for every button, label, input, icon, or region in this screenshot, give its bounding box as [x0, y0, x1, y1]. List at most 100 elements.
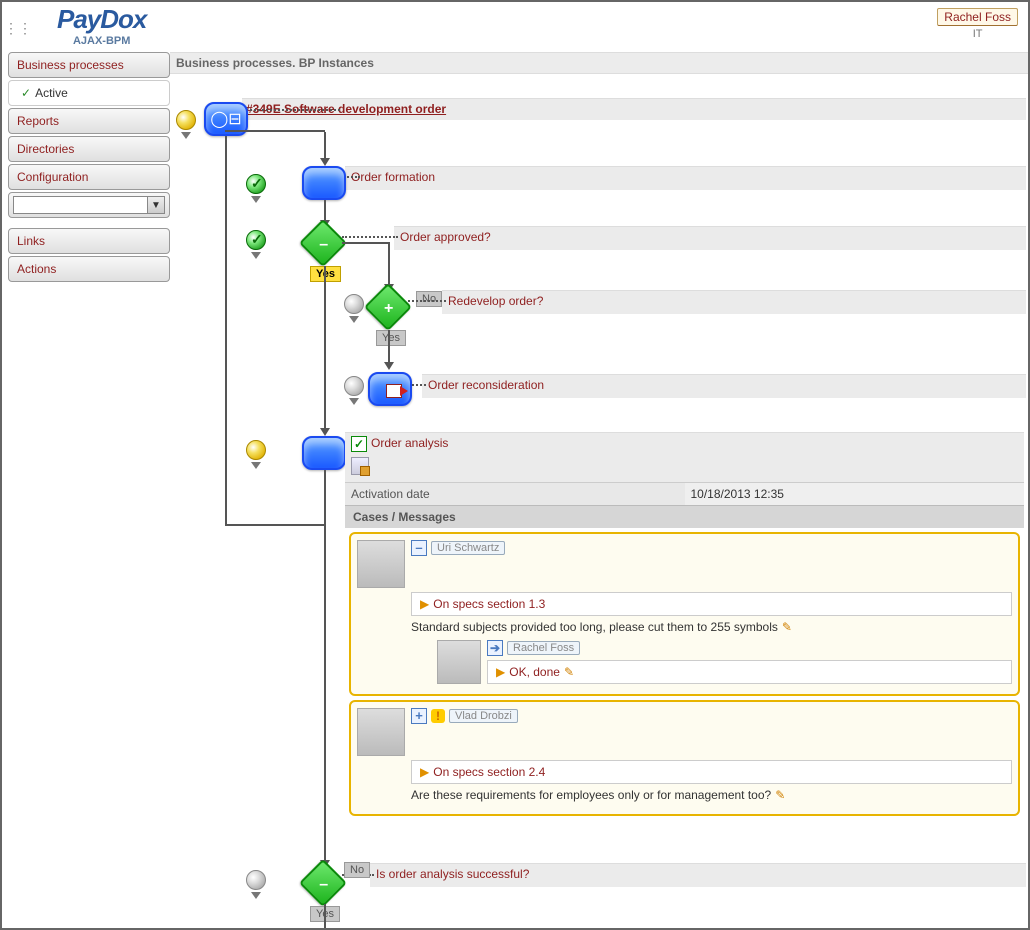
- sidebar-item-configuration[interactable]: Configuration: [8, 164, 170, 190]
- select-input[interactable]: [13, 196, 147, 214]
- expand-icon: +: [372, 293, 406, 325]
- status-inactive-icon[interactable]: [344, 294, 364, 314]
- case-item: + ! Vlad Drobzi ▶ On specs section 2.4 Ar…: [349, 700, 1020, 816]
- sidebar-item-links[interactable]: Links: [8, 228, 170, 254]
- sidebar-item-actions[interactable]: Actions: [8, 256, 170, 282]
- main-layout: Business processes ✓Active Reports Direc…: [2, 52, 1028, 928]
- toolbar: [345, 455, 1024, 482]
- check-icon: ✓: [251, 231, 263, 248]
- case-meta: + ! Vlad Drobzi: [411, 708, 518, 724]
- connector: [250, 109, 340, 111]
- sidebar-item-label: Active: [35, 86, 68, 100]
- case-item: – Uri Schwartz ▶On specs section 1.3 Sta…: [349, 532, 1020, 696]
- reply-content: ➔ Rachel Foss ▶OK, done✎: [487, 640, 1012, 688]
- sidebar-item-active[interactable]: ✓Active: [8, 80, 170, 106]
- body-text: Are these requirements for employees onl…: [411, 788, 771, 802]
- case-body: Are these requirements for employees onl…: [411, 788, 1012, 802]
- connector: [412, 384, 426, 386]
- body-text: Standard subjects provided too long, ple…: [411, 620, 778, 634]
- bullet-icon: ▶: [496, 665, 505, 679]
- app-window: ⋮⋮ PayDox AJAX-BPM Rachel Foss IT Busine…: [0, 0, 1030, 930]
- node-label-row: Order approved?: [394, 226, 1026, 250]
- collapse-icon: –: [307, 869, 341, 901]
- task-node-exit[interactable]: [368, 372, 412, 406]
- case-author[interactable]: Uri Schwartz: [431, 541, 505, 555]
- cases-header: Cases / Messages: [345, 505, 1024, 528]
- connector: [388, 242, 390, 290]
- reply-author[interactable]: Rachel Foss: [507, 641, 580, 655]
- topbar: ⋮⋮ PayDox AJAX-BPM Rachel Foss IT: [2, 2, 1028, 52]
- gateway-node[interactable]: –: [299, 219, 347, 267]
- connector: [324, 266, 326, 434]
- gateway-node[interactable]: –: [299, 859, 347, 907]
- expand-arrow-icon[interactable]: [181, 132, 191, 139]
- connector: [342, 242, 390, 244]
- avatar: [357, 540, 405, 588]
- avatar: [357, 708, 405, 756]
- node-label-row: Redevelop order?: [442, 290, 1026, 314]
- expand-arrow-icon[interactable]: [251, 892, 261, 899]
- status-done-icon[interactable]: ✓: [246, 174, 266, 194]
- connector: [324, 904, 326, 930]
- expand-arrow-icon[interactable]: [251, 252, 261, 259]
- flow-diagram: #349E Software development order ◯⊟ Orde…: [170, 74, 1028, 930]
- status-pending-icon[interactable]: [246, 440, 266, 460]
- expand-arrow-icon[interactable]: [349, 398, 359, 405]
- pencil-icon[interactable]: ✎: [782, 620, 792, 634]
- sidebar-select[interactable]: ▼: [8, 192, 170, 218]
- status-inactive-icon[interactable]: [344, 376, 364, 396]
- case-author[interactable]: Vlad Drobzi: [449, 709, 518, 723]
- case-header: + ! Vlad Drobzi: [357, 708, 1012, 756]
- reply-body-box: ▶OK, done✎: [487, 660, 1012, 684]
- menu-toggle-icon[interactable]: ⋮⋮: [4, 20, 32, 37]
- node-label-row: Order formation: [345, 166, 1026, 190]
- case-reply: ➔ Rachel Foss ▶OK, done✎: [437, 640, 1012, 688]
- connector: [225, 130, 325, 132]
- branch-label-yes[interactable]: Yes: [376, 330, 406, 346]
- bullet-icon: ▶: [420, 765, 429, 779]
- subject-text: On specs section 2.4: [433, 765, 545, 779]
- expand-arrow-icon[interactable]: [251, 462, 261, 469]
- case-meta: – Uri Schwartz: [411, 540, 505, 556]
- task-node-active[interactable]: [302, 436, 346, 470]
- expand-arrow-icon[interactable]: [251, 196, 261, 203]
- gateway-node[interactable]: +: [364, 283, 412, 331]
- node-label-row: Order reconsideration: [422, 374, 1026, 398]
- connector: [342, 236, 398, 238]
- user-box: Rachel Foss IT: [937, 8, 1018, 40]
- bullet-icon: ▶: [420, 597, 429, 611]
- status-pending-icon[interactable]: [176, 110, 196, 130]
- branch-label-no[interactable]: No: [416, 291, 442, 307]
- logo-text: PayDox: [57, 4, 146, 35]
- alert-icon: !: [431, 709, 445, 723]
- sidebar-item-directories[interactable]: Directories: [8, 136, 170, 162]
- status-inactive-icon[interactable]: [246, 870, 266, 890]
- task-detail-panel: ✓Order analysis Activation date 10/18/20…: [345, 432, 1024, 820]
- pencil-icon[interactable]: ✎: [564, 665, 574, 679]
- status-done-icon[interactable]: ✓: [246, 230, 266, 250]
- arrow-icon: [320, 428, 330, 436]
- branch-label-no[interactable]: No: [344, 862, 370, 878]
- case-subject: ▶ On specs section 2.4: [411, 760, 1012, 784]
- pencil-icon[interactable]: ✎: [775, 788, 785, 802]
- arrow-icon: [384, 362, 394, 370]
- expand-toggle[interactable]: +: [411, 708, 427, 724]
- task-node[interactable]: [302, 166, 346, 200]
- edit-tool-icon[interactable]: [351, 457, 369, 475]
- detail-value: 10/18/2013 12:35: [685, 482, 1025, 505]
- current-user-link[interactable]: Rachel Foss: [937, 8, 1018, 26]
- sidebar-item-reports[interactable]: Reports: [8, 108, 170, 134]
- check-icon: ✓: [351, 436, 367, 452]
- detail-row: Activation date 10/18/2013 12:35: [345, 482, 1024, 505]
- expand-arrow-icon[interactable]: [349, 316, 359, 323]
- collapse-toggle[interactable]: –: [411, 540, 427, 556]
- collapse-icon: –: [307, 229, 341, 261]
- detail-label: Activation date: [345, 482, 685, 505]
- logo: PayDox AJAX-BPM: [57, 4, 146, 47]
- case-body: Standard subjects provided too long, ple…: [411, 620, 1012, 634]
- reply-meta: ➔ Rachel Foss: [487, 640, 1012, 656]
- sidebar-item-business-processes[interactable]: Business processes: [8, 52, 170, 78]
- connector: [408, 300, 446, 302]
- check-icon: ✓: [251, 175, 263, 192]
- chevron-down-icon[interactable]: ▼: [147, 196, 165, 214]
